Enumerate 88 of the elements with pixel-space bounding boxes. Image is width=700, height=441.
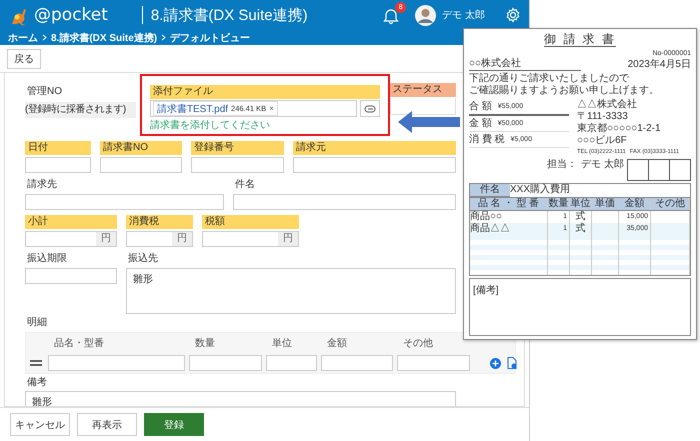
person-label: 担当： [547, 159, 578, 171]
footer-button[interactable]: キャンセル [10, 413, 70, 436]
document-plus-icon[interactable] [507, 357, 517, 369]
text-field[interactable] [25, 157, 91, 173]
amount-field[interactable]: 円 [25, 231, 117, 247]
table-cell-text: XXX購入費用 [510, 184, 572, 197]
attach-button[interactable] [360, 100, 380, 117]
remarks-label: [備考] [473, 285, 499, 296]
field-label: 件名 [234, 178, 255, 192]
issuer-name: △△株式会社 [577, 99, 638, 111]
field-label: 税額 [202, 215, 299, 229]
table-header: 数量 [548, 198, 570, 210]
field-label: 請求元 [293, 141, 456, 155]
arrow-icon [398, 111, 460, 133]
text-field[interactable] [293, 157, 456, 173]
section-label: 備考 [26, 377, 48, 389]
field-label: 振込先 [127, 252, 158, 266]
breadcrumb-link[interactable]: デフォルトビュー [170, 30, 250, 44]
stamp-box [648, 159, 670, 181]
field-label: 請求書NO [100, 141, 182, 155]
user-name: デモ 太郎 [442, 8, 485, 22]
message-line: 下記の通りご請求いたしましたので [469, 73, 630, 84]
column-header: その他 [402, 337, 434, 350]
amount-label: 消 費 税 [469, 134, 505, 146]
amount-label: 金 額 [469, 118, 492, 130]
column-header: 品名・型番 [53, 336, 105, 350]
field-label: 小計 [25, 215, 117, 229]
field-label: 登録番号 [191, 141, 284, 155]
table-input[interactable] [397, 355, 470, 371]
remove-button[interactable]: × [269, 104, 274, 113]
chevron-icon [161, 34, 166, 41]
table-header: 単位 [570, 198, 592, 210]
postal-code: 〒111-3333 [577, 111, 629, 122]
text-field[interactable] [25, 194, 224, 210]
table-header: その他 [651, 198, 690, 210]
breadcrumb-link[interactable]: 8.請求書(DX Suite連携) [51, 30, 158, 44]
table-header: 金額 [619, 198, 651, 210]
column-header: 数量 [194, 337, 216, 350]
table-header: 単価 [592, 198, 619, 210]
stamp-box [669, 159, 691, 181]
page-title: 8.請求書(DX Suite連携) [150, 6, 309, 24]
stamp-box [627, 159, 649, 181]
invoice-title: 御 請 求 書 [544, 32, 616, 47]
table-header: 件名 [470, 184, 510, 197]
settings-icon[interactable] [505, 7, 521, 23]
field-label: 管理NO [26, 85, 62, 99]
bell-icon[interactable] [383, 6, 400, 24]
field-label: 添付ファイル [150, 85, 380, 99]
field-label: 消費税 [126, 215, 193, 229]
field-label: ステータス [390, 83, 456, 97]
chevron-icon [42, 34, 47, 41]
register-button[interactable]: 登録 [144, 413, 204, 436]
amount-label: 合 額 [469, 100, 492, 112]
drag-handle-icon[interactable] [30, 360, 42, 366]
table-input[interactable] [48, 355, 185, 371]
table-input[interactable] [189, 355, 262, 371]
help-text: 請求書を添付してください [150, 120, 271, 132]
text-field[interactable] [233, 194, 456, 210]
table-header: 品 名 ・ 型 番 [470, 198, 548, 210]
message-line: ご確認賜りますようお願い申し上げます。 [469, 85, 660, 97]
issuer-address: 東京都○○○○○1-2-1 [577, 123, 662, 135]
add-row-icon[interactable] [490, 358, 501, 368]
column-header: 金額 [326, 336, 348, 350]
app-logo: @pocket [34, 5, 108, 25]
recipient-name: ○○株式会社 [469, 58, 581, 71]
field-label: 振込期限 [26, 252, 67, 266]
person-name: デモ 太郎 [581, 159, 624, 171]
breadcrumb-link[interactable]: ホーム [8, 30, 38, 44]
back-button[interactable]: 戻る [7, 48, 41, 68]
table-input[interactable] [321, 355, 393, 371]
link-icon [364, 104, 376, 112]
avatar-icon[interactable] [415, 4, 436, 26]
table-input[interactable] [266, 355, 317, 371]
footer-button[interactable]: 再表示 [77, 413, 137, 436]
issuer-building: ○○○ビル6F [577, 135, 628, 147]
text-field[interactable] [25, 268, 117, 284]
file-link[interactable]: 請求書TEST.pdf [156, 102, 228, 116]
amount-field[interactable]: 円 [126, 231, 193, 247]
field-label: 日付 [25, 141, 91, 155]
field-label: 請求先 [26, 178, 57, 192]
amount-field[interactable]: 円 [202, 231, 299, 247]
text-field[interactable] [191, 157, 284, 173]
management-number: (登録時に採番されます) [25, 102, 136, 118]
text-field[interactable] [100, 157, 182, 173]
invoice-date: 2023年4月5日 [628, 59, 691, 71]
column-header: 単位 [271, 337, 293, 350]
text-area[interactable]: 雛形 [126, 268, 456, 314]
section-label: 明細 [26, 317, 48, 329]
